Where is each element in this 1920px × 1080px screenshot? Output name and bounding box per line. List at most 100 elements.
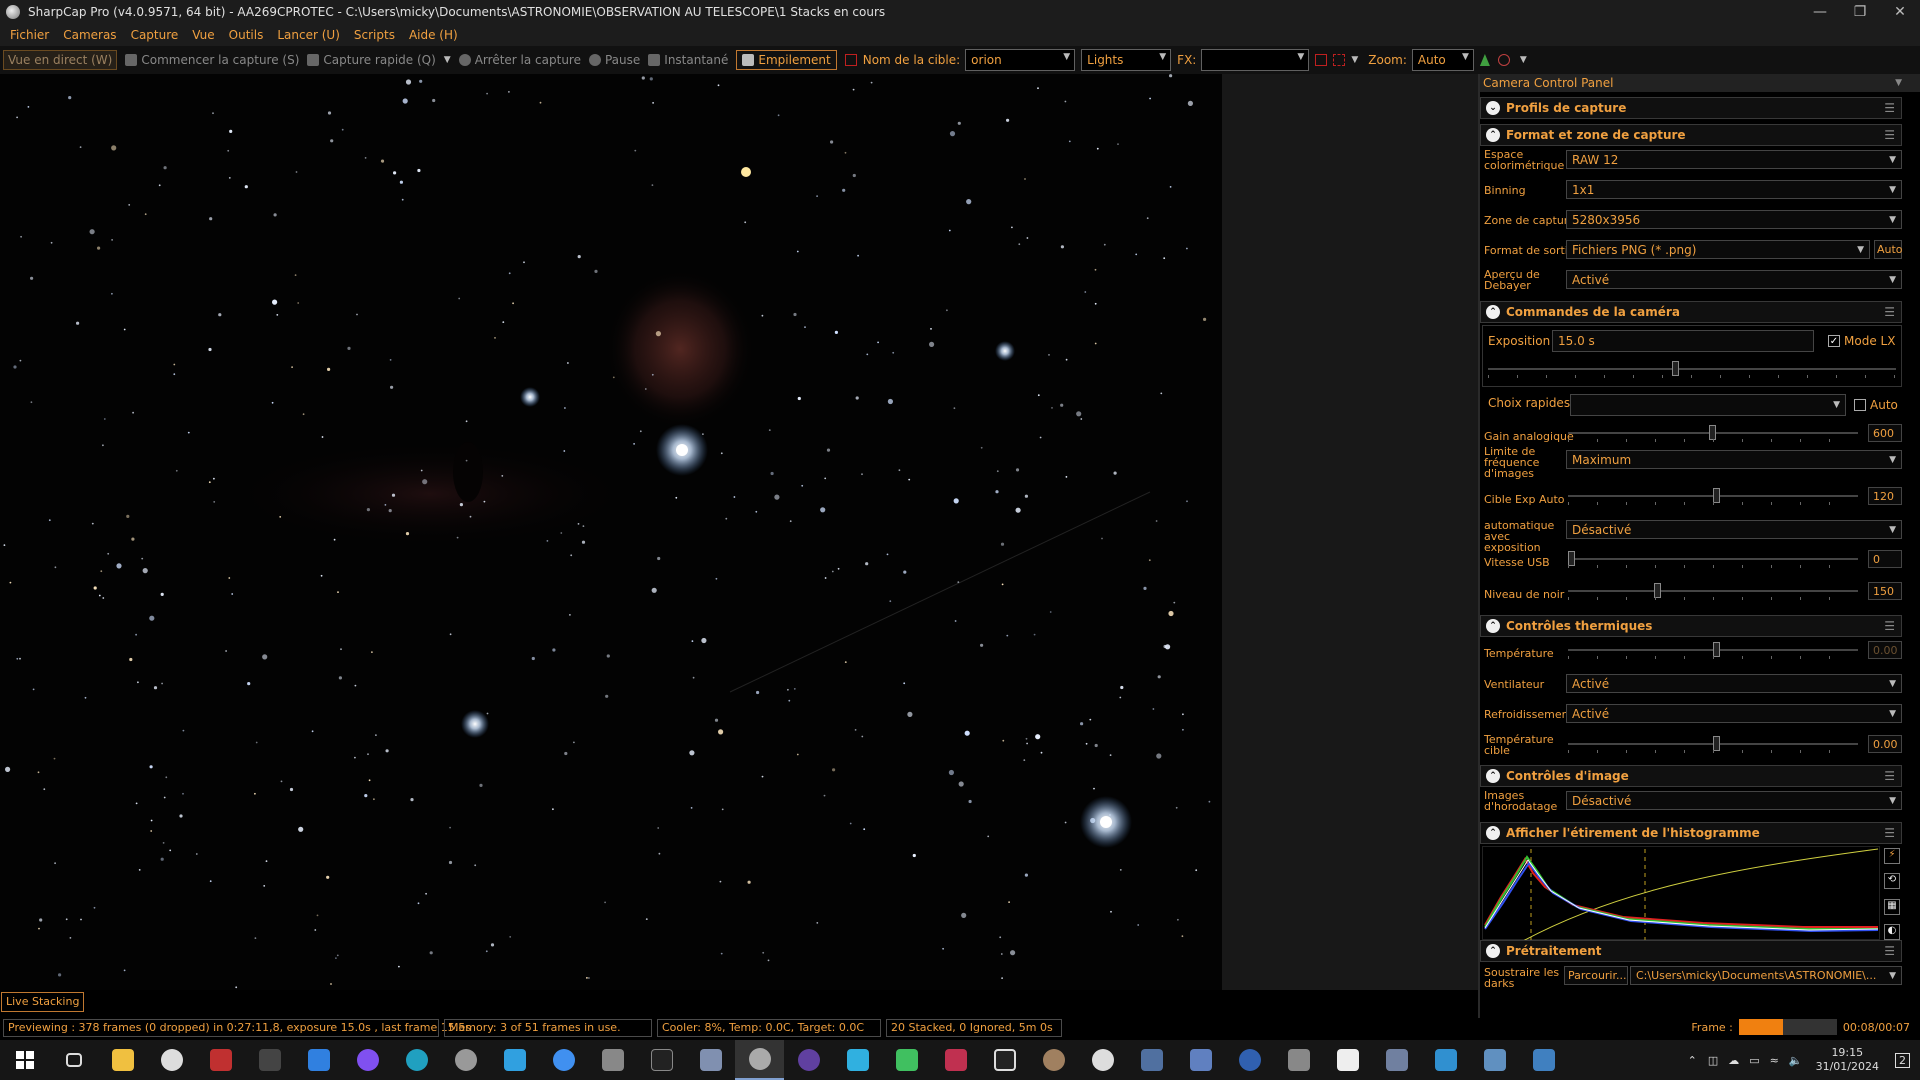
exposure-slider-thumb[interactable]: [1672, 361, 1679, 376]
lx-mode-checkbox[interactable]: ✓ Mode LX: [1828, 334, 1895, 348]
start-button[interactable]: [0, 1040, 49, 1080]
live-view-button[interactable]: Vue en direct (W): [3, 50, 118, 70]
taskbar-app[interactable]: [784, 1040, 833, 1080]
pause-button[interactable]: Pause: [588, 53, 640, 67]
taskbar-app[interactable]: [98, 1040, 147, 1080]
taskbar-app[interactable]: [1225, 1040, 1274, 1080]
usb-icon[interactable]: ◫: [1708, 1054, 1718, 1067]
close-button[interactable]: ✕: [1880, 4, 1920, 20]
taskbar-app[interactable]: [1372, 1040, 1421, 1080]
taskbar-app[interactable]: [1274, 1040, 1323, 1080]
menu-scripts[interactable]: Scripts: [354, 28, 395, 42]
taskbar-app[interactable]: [1078, 1040, 1127, 1080]
menu-vue[interactable]: Vue: [192, 28, 214, 42]
target-slider-thumb[interactable]: [1713, 488, 1720, 503]
taskbar-app[interactable]: [686, 1040, 735, 1080]
menu-icon[interactable]: ☰: [1884, 769, 1895, 783]
taskbar-app[interactable]: [1470, 1040, 1519, 1080]
live-image-view[interactable]: [0, 74, 1222, 990]
black-level-value[interactable]: 150: [1868, 582, 1902, 600]
auto-exp-target-slider[interactable]: [1568, 486, 1858, 506]
usb-slider-thumb[interactable]: [1568, 551, 1575, 566]
menu-icon[interactable]: ☰: [1884, 101, 1895, 115]
chevron-down-icon[interactable]: ▼: [1895, 78, 1902, 88]
quick-auto-checkbox[interactable]: Auto: [1854, 398, 1898, 412]
usb-speed-slider[interactable]: [1568, 549, 1858, 569]
browse-button[interactable]: Parcourir...: [1564, 966, 1628, 985]
menu-fichier[interactable]: Fichier: [10, 28, 49, 42]
stop-capture-button[interactable]: Arrêter la capture: [458, 53, 581, 67]
taskbar-app[interactable]: [1519, 1040, 1568, 1080]
target-temp-value[interactable]: 0.00: [1868, 735, 1902, 753]
darks-path-dropdown[interactable]: C:\Users\micky\Documents\ASTRONOMIE\... ▼: [1630, 966, 1902, 985]
reticle-icon[interactable]: [1315, 54, 1328, 66]
taskbar-app[interactable]: [1421, 1040, 1470, 1080]
battery-icon[interactable]: ▭: [1749, 1054, 1759, 1067]
taskbar-app[interactable]: [392, 1040, 441, 1080]
taskbar-app[interactable]: [637, 1040, 686, 1080]
auto-exposure-dropdown[interactable]: Désactivé ▼: [1566, 520, 1902, 539]
ttemp-slider-thumb[interactable]: [1713, 736, 1720, 751]
timestamp-dropdown[interactable]: Désactivé ▼: [1566, 791, 1902, 810]
gain-slider-thumb[interactable]: [1709, 425, 1716, 440]
target-temp-slider[interactable]: [1568, 734, 1858, 754]
clock[interactable]: 19:15 31/01/2024: [1816, 1046, 1879, 1074]
volume-icon[interactable]: 🔈: [1789, 1054, 1803, 1067]
taskbar-app[interactable]: [294, 1040, 343, 1080]
histogram-icon[interactable]: [1479, 54, 1490, 66]
section-histogram[interactable]: ⌃ Afficher l'étirement de l'histogramme ☰: [1480, 822, 1902, 844]
taskbar-app[interactable]: [1323, 1040, 1372, 1080]
settings-gear-icon[interactable]: [1497, 54, 1510, 66]
cooling-dropdown[interactable]: Activé ▼: [1566, 704, 1902, 723]
task-view-button[interactable]: [49, 1040, 98, 1080]
histogram-plot[interactable]: [1482, 846, 1880, 942]
fx-combo[interactable]: ▼: [1201, 49, 1310, 71]
minimize-button[interactable]: —: [1800, 4, 1840, 20]
taskbar-app[interactable]: [1127, 1040, 1176, 1080]
taskbar-app[interactable]: [147, 1040, 196, 1080]
taskbar-app[interactable]: [196, 1040, 245, 1080]
output-format-dropdown[interactable]: Fichiers PNG (* .png) ▼: [1566, 240, 1870, 259]
stacking-button[interactable]: Empilement: [736, 50, 837, 70]
zoom-combo[interactable]: Auto ▼: [1411, 49, 1474, 71]
menu-icon[interactable]: ☰: [1884, 619, 1895, 633]
black-level-slider[interactable]: [1568, 581, 1858, 601]
wifi-icon[interactable]: ≈: [1770, 1054, 1779, 1067]
reset-icon[interactable]: ⟲: [1884, 873, 1900, 890]
chevron-down-icon[interactable]: ▼: [444, 55, 451, 65]
lightning-icon[interactable]: ⚡: [1884, 848, 1900, 864]
colorspace-dropdown[interactable]: RAW 12 ▼: [1566, 150, 1902, 169]
snapshot-button[interactable]: Instantané: [648, 53, 728, 67]
taskbar-app[interactable]: [343, 1040, 392, 1080]
menu-outils[interactable]: Outils: [229, 28, 264, 42]
section-format[interactable]: ⌃ Format et zone de capture ☰: [1480, 124, 1902, 146]
taskbar-app[interactable]: [539, 1040, 588, 1080]
exposure-slider[interactable]: [1488, 359, 1896, 379]
menu-lancer[interactable]: Lancer (U): [277, 28, 340, 42]
start-capture-button[interactable]: Commencer la capture (S): [125, 53, 299, 67]
taskbar-app[interactable]: [980, 1040, 1029, 1080]
chevron-down-icon[interactable]: ▼: [1351, 55, 1358, 65]
focus-assist-icon[interactable]: [1333, 54, 1346, 66]
exposure-input[interactable]: 15.0 s: [1552, 330, 1814, 352]
live-stacking-tab[interactable]: Live Stacking: [1, 992, 85, 1012]
section-image-controls[interactable]: ⌃ Contrôles d'image ☰: [1480, 765, 1902, 787]
save-icon[interactable]: ▦: [1884, 898, 1900, 915]
auto-exp-target-value[interactable]: 120: [1868, 487, 1902, 505]
menu-icon[interactable]: ☰: [1884, 944, 1895, 958]
menu-capture[interactable]: Capture: [131, 28, 179, 42]
binning-dropdown[interactable]: 1x1 ▼: [1566, 180, 1902, 199]
taskbar-app[interactable]: [490, 1040, 539, 1080]
debayer-dropdown[interactable]: Activé ▼: [1566, 270, 1902, 289]
section-preprocessing[interactable]: ⌃ Prétraitement ☰: [1480, 940, 1902, 962]
gain-slider[interactable]: [1568, 423, 1858, 443]
taskbar-app[interactable]: [882, 1040, 931, 1080]
fps-limit-dropdown[interactable]: Maximum ▼: [1566, 450, 1902, 469]
cloud-icon[interactable]: ☁: [1728, 1054, 1739, 1067]
menu-icon[interactable]: ☰: [1884, 826, 1895, 840]
frame-type-combo[interactable]: Lights ▼: [1081, 49, 1172, 71]
menu-aide[interactable]: Aide (H): [409, 28, 458, 42]
taskbar-app[interactable]: [833, 1040, 882, 1080]
menu-cameras[interactable]: Cameras: [63, 28, 116, 42]
black-slider-thumb[interactable]: [1654, 583, 1661, 598]
